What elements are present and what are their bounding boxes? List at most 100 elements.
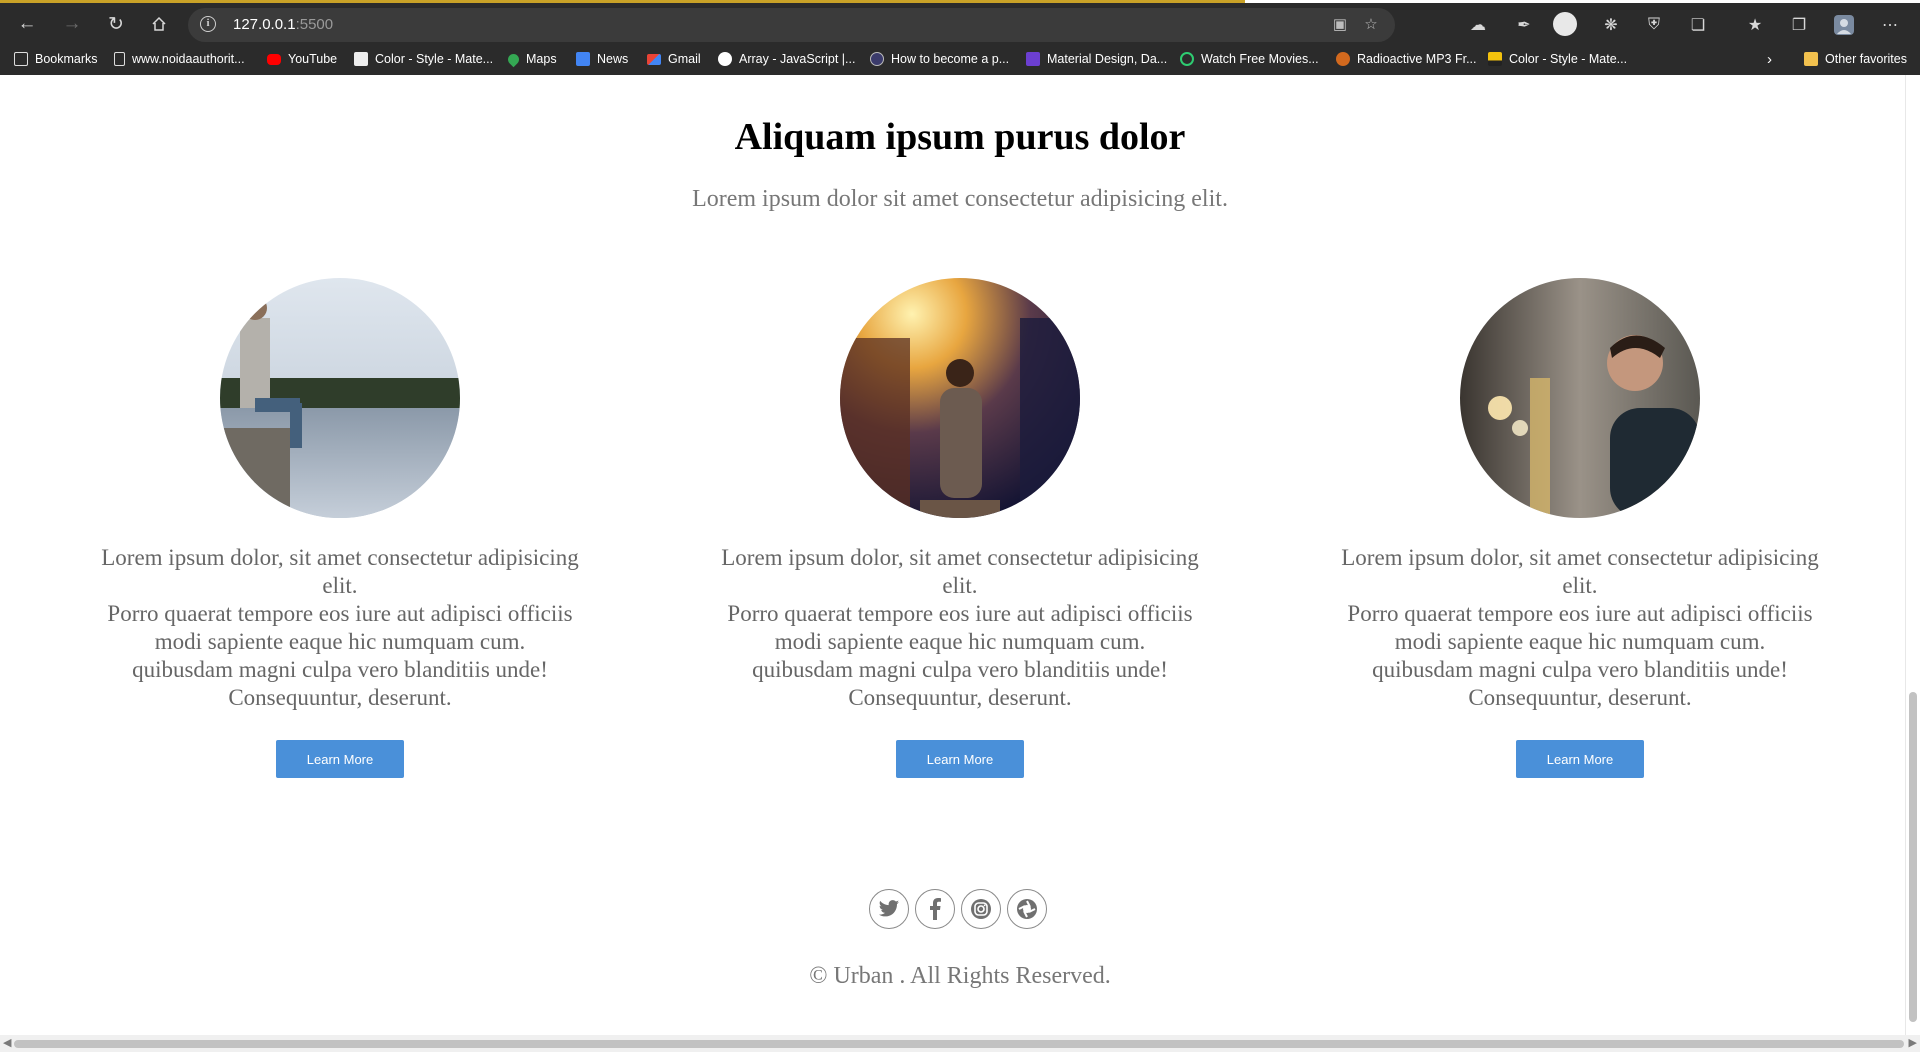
add-favorite-icon[interactable]: ☆ bbox=[1359, 14, 1383, 36]
mdn-icon bbox=[718, 52, 732, 66]
card-text-line: Lorem ipsum dolor, sit amet consectetur … bbox=[721, 545, 1199, 598]
card-text-line: quibusdam magni culpa vero blanditiis un… bbox=[132, 657, 548, 710]
card-description: Lorem ipsum dolor, sit amet consectetur … bbox=[80, 544, 600, 712]
bookmarks-overflow-chevron-icon[interactable]: › bbox=[1767, 49, 1772, 69]
reader-view-icon[interactable]: ▣ bbox=[1328, 14, 1352, 36]
other-favorites-folder[interactable]: Other favorites bbox=[1804, 49, 1907, 69]
bookmark-label: Color - Style - Mate... bbox=[1509, 52, 1628, 66]
bookmark-label: How to become a p... bbox=[891, 52, 1010, 66]
card-image bbox=[840, 278, 1080, 518]
material-icon bbox=[354, 52, 368, 66]
card-text-line: Porro quaerat tempore eos iure aut adipi… bbox=[727, 601, 1193, 654]
extensions-puzzle-icon[interactable]: ❏ bbox=[1684, 11, 1712, 39]
card-text-line: Lorem ipsum dolor, sit amet consectetur … bbox=[1341, 545, 1819, 598]
react-devtools-icon[interactable]: ❋ bbox=[1597, 11, 1625, 39]
shield-extension-icon[interactable]: ⛨ bbox=[1640, 11, 1668, 39]
forward-arrow-icon[interactable]: → bbox=[55, 7, 89, 41]
bookmark-item[interactable]: Color - Style - Mate... bbox=[1488, 49, 1627, 69]
card-text-line: quibusdam magni culpa vero blanditiis un… bbox=[752, 657, 1168, 710]
cloud-extension-icon[interactable]: ☁ bbox=[1464, 11, 1492, 39]
card-text-line: Lorem ipsum dolor, sit amet consectetur … bbox=[101, 545, 579, 598]
bookmark-label: Array - JavaScript |... bbox=[739, 52, 856, 66]
card-text-line: Porro quaerat tempore eos iure aut adipi… bbox=[107, 601, 573, 654]
youtube-icon bbox=[267, 53, 281, 65]
bookmark-label: News bbox=[597, 52, 629, 66]
extension-avatar-icon[interactable] bbox=[1553, 12, 1577, 36]
pen-extension-icon[interactable]: ✒ bbox=[1510, 11, 1538, 39]
facebook-icon[interactable] bbox=[915, 889, 955, 929]
bookmark-label: Maps bbox=[526, 52, 557, 66]
card-text-line: Porro quaerat tempore eos iure aut adipi… bbox=[1347, 601, 1813, 654]
picasa-icon[interactable] bbox=[1007, 889, 1047, 929]
refresh-icon[interactable]: ↻ bbox=[99, 7, 133, 41]
maps-icon bbox=[505, 51, 522, 67]
bookmark-label: Color - Style - Mate... bbox=[375, 52, 494, 66]
card-text-line: quibusdam magni culpa vero blanditiis un… bbox=[1372, 657, 1788, 710]
back-arrow-icon[interactable]: ← bbox=[10, 7, 44, 41]
site-info-icon[interactable]: i bbox=[200, 16, 216, 32]
bookmark-label: Bookmarks bbox=[35, 52, 98, 66]
social-links bbox=[869, 889, 1047, 931]
bookmark-label: Gmail bbox=[668, 52, 701, 66]
bookmark-item[interactable]: Material Design, Da... bbox=[1026, 49, 1167, 69]
vertical-scrollbar-thumb[interactable] bbox=[1909, 692, 1917, 1022]
learn-more-button[interactable]: Learn More bbox=[1516, 740, 1644, 778]
bookmark-item[interactable]: Gmail bbox=[647, 49, 701, 69]
horizontal-scrollbar[interactable]: ◀ ▶ bbox=[0, 1035, 1920, 1052]
favorites-icon[interactable]: ★ bbox=[1741, 11, 1769, 39]
section-title: Aliquam ipsum purus dolor bbox=[734, 116, 1186, 158]
scroll-right-arrow-icon[interactable]: ▶ bbox=[1909, 1036, 1917, 1049]
profile-icon[interactable] bbox=[1830, 11, 1858, 39]
instagram-icon[interactable] bbox=[961, 889, 1001, 929]
bookmark-item[interactable]: News bbox=[576, 49, 628, 69]
news-icon bbox=[576, 52, 590, 66]
card-image bbox=[1460, 278, 1700, 518]
bookmark-item[interactable]: Array - JavaScript |... bbox=[718, 49, 855, 69]
learn-more-button[interactable]: Learn More bbox=[896, 740, 1024, 778]
home-icon[interactable] bbox=[142, 7, 176, 41]
folder-icon bbox=[1804, 52, 1818, 66]
flag-icon bbox=[1488, 52, 1502, 66]
circle-a-icon bbox=[870, 52, 884, 66]
up-icon bbox=[1026, 52, 1040, 66]
bookmark-label: Watch Free Movies... bbox=[1201, 52, 1319, 66]
bookmark-label: www.noidaauthorit... bbox=[132, 52, 245, 66]
bookmark-item[interactable]: Color - Style - Mate... bbox=[354, 49, 493, 69]
gmail-icon bbox=[647, 53, 661, 65]
browser-chrome: ← → ↻ i 127.0.0.1:5500 ▣ ☆ ☁ ✒ ❋ ⛨ ❏ ★ ❐… bbox=[0, 3, 1920, 75]
bookmark-item[interactable]: How to become a p... bbox=[870, 49, 1009, 69]
feature-card: Lorem ipsum dolor, sit amet consectetur … bbox=[700, 278, 1220, 778]
address-bar[interactable]: i 127.0.0.1:5500 ▣ ☆ bbox=[188, 8, 1395, 42]
card-description: Lorem ipsum dolor, sit amet consectetur … bbox=[1320, 544, 1840, 712]
card-image bbox=[220, 278, 460, 518]
vertical-scrollbar[interactable] bbox=[1905, 75, 1920, 1035]
page-content: Aliquam ipsum purus dolor Lorem ipsum do… bbox=[0, 75, 1906, 1035]
bookmark-item[interactable]: www.noidaauthorit... bbox=[114, 49, 245, 69]
browser-toolbar: ← → ↻ i 127.0.0.1:5500 ▣ ☆ ☁ ✒ ❋ ⛨ ❏ ★ ❐… bbox=[0, 3, 1920, 43]
bookmarks-bar: Bookmarks www.noidaauthorit... YouTube C… bbox=[0, 43, 1920, 75]
bookmark-item[interactable]: Maps bbox=[505, 49, 557, 69]
page-icon bbox=[114, 52, 125, 66]
bookmarks-bar-icon bbox=[14, 52, 28, 66]
bookmark-label: YouTube bbox=[288, 52, 338, 66]
play-icon bbox=[1180, 52, 1194, 66]
feature-card: Lorem ipsum dolor, sit amet consectetur … bbox=[80, 278, 600, 778]
paw-icon bbox=[1336, 52, 1350, 66]
bookmark-label: Material Design, Da... bbox=[1047, 52, 1168, 66]
bookmark-item[interactable]: Watch Free Movies... bbox=[1180, 49, 1319, 69]
scroll-left-arrow-icon[interactable]: ◀ bbox=[3, 1036, 11, 1049]
copyright-text: © Urban . All Rights Reserved. bbox=[809, 963, 1111, 989]
bookmark-item[interactable]: Bookmarks bbox=[14, 49, 98, 69]
address-url[interactable]: 127.0.0.1:5500 bbox=[233, 16, 333, 33]
bookmark-label: Radioactive MP3 Fr... bbox=[1357, 52, 1477, 66]
learn-more-button[interactable]: Learn More bbox=[276, 740, 404, 778]
card-description: Lorem ipsum dolor, sit amet consectetur … bbox=[700, 544, 1220, 712]
more-options-icon[interactable]: ⋯ bbox=[1876, 11, 1904, 39]
horizontal-scrollbar-thumb[interactable] bbox=[14, 1040, 1904, 1048]
feature-card: Lorem ipsum dolor, sit amet consectetur … bbox=[1320, 278, 1840, 778]
other-favorites-label: Other favorites bbox=[1825, 52, 1907, 66]
collections-icon[interactable]: ❐ bbox=[1785, 11, 1813, 39]
twitter-icon[interactable] bbox=[869, 889, 909, 929]
bookmark-item[interactable]: YouTube bbox=[267, 49, 337, 69]
bookmark-item[interactable]: Radioactive MP3 Fr... bbox=[1336, 49, 1477, 69]
